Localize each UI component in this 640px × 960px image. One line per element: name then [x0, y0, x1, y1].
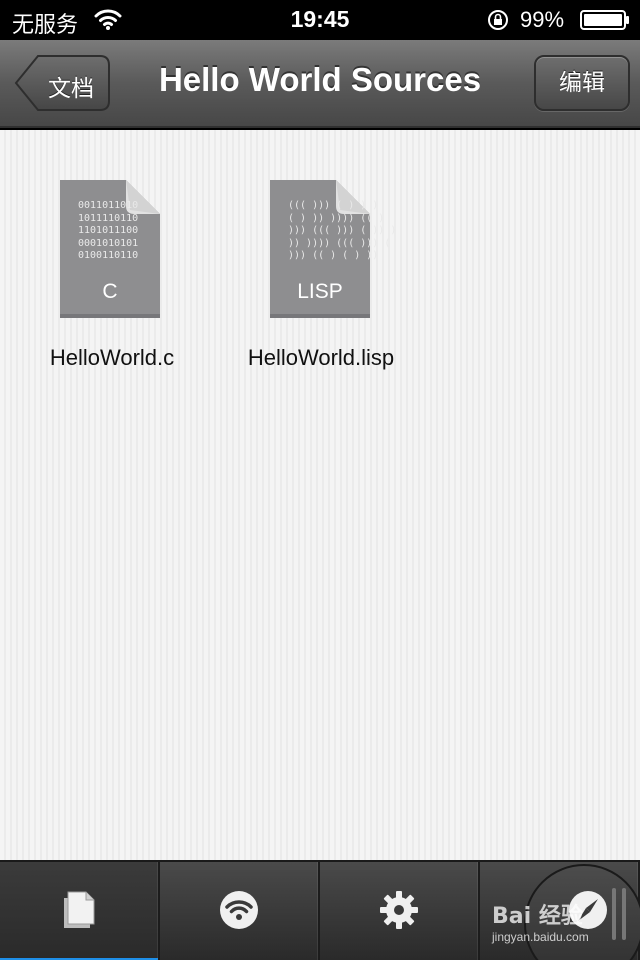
- tab-documents[interactable]: [0, 862, 160, 960]
- tab-settings[interactable]: [320, 862, 480, 960]
- grip-handle: [612, 888, 616, 940]
- rotation-lock-icon: [488, 10, 508, 30]
- file-binary-text: 0011011010 1011110110 1101011100 0001010…: [78, 200, 139, 261]
- navigation-bar: 文档 Hello World Sources 编辑: [0, 40, 640, 128]
- file-name: HelloWorld.c: [49, 345, 175, 370]
- lisp-file-icon: ((( ))) ( ) ) ) ( ) )) )))) (( ) ))) (((…: [270, 180, 396, 318]
- grip-handle: [622, 888, 626, 940]
- battery-icon: [580, 10, 629, 30]
- file-type-label: C: [102, 280, 118, 303]
- file-grid: 0011011010 1011110110 1101011100 0001010…: [0, 130, 640, 860]
- battery-percent: 99%: [520, 7, 565, 32]
- tab-wifi[interactable]: [160, 862, 320, 960]
- document-icon: [64, 891, 95, 928]
- file-type-label: LISP: [297, 280, 343, 303]
- wifi-icon: [220, 891, 258, 929]
- edit-button[interactable]: 编辑: [534, 55, 630, 111]
- watermark-logo: Bai 经验: [492, 904, 583, 929]
- status-bar: 无服务 19:45 99%: [0, 0, 640, 40]
- c-file-icon: 0011011010 1011110110 1101011100 0001010…: [60, 180, 162, 318]
- back-button-label: 文档: [48, 76, 94, 102]
- watermark-url: jingyan.baidu.com: [492, 930, 589, 944]
- file-name: HelloWorld.lisp: [247, 345, 395, 370]
- file-paren-text: ((( ))) ( ) ) ) ( ) )) )))) (( ) ))) (((…: [288, 200, 397, 261]
- gear-icon: [380, 891, 418, 929]
- back-button[interactable]: 文档: [14, 55, 110, 111]
- page-title: Hello World Sources: [158, 61, 482, 98]
